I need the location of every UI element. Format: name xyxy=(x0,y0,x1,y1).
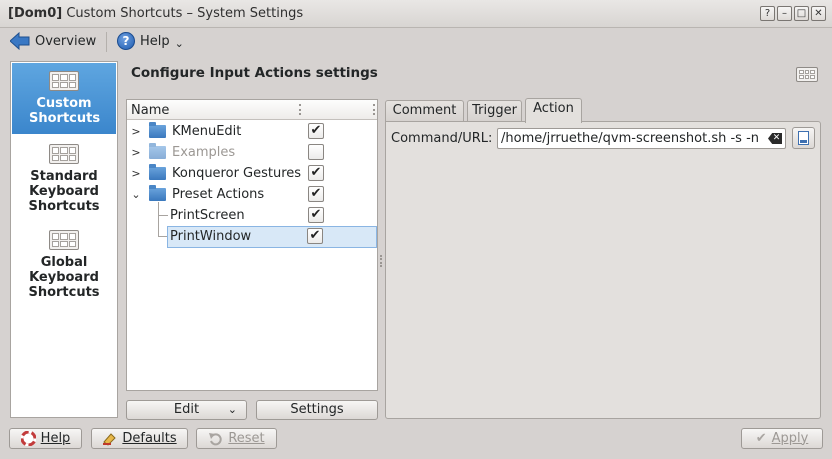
enable-checkbox[interactable]: ✔ xyxy=(308,186,324,202)
checkmark-icon: ✔ xyxy=(755,430,767,446)
document-icon xyxy=(798,131,809,145)
help-menu-button[interactable]: ? Help ⌄ xyxy=(113,29,188,53)
tree-row-label: PrintScreen xyxy=(170,208,245,223)
reset-button-label: Reset xyxy=(228,430,265,446)
edit-label: Edit xyxy=(173,402,200,417)
sidebar-item-label: Global Keyboard Shortcuts xyxy=(28,255,100,300)
back-arrow-icon xyxy=(10,32,30,50)
help-label: Help xyxy=(140,33,170,49)
tree-row-kmenuedit[interactable]: > KMenuEdit ✔ xyxy=(127,121,377,142)
expand-arrow-icon[interactable]: > xyxy=(131,125,141,138)
actions-tree: Name > KMenuEdit ✔ > Examples > Konquero… xyxy=(126,99,378,391)
keyboard-icon xyxy=(49,230,79,250)
toolbar-separator xyxy=(106,32,107,52)
help-button[interactable]: Help xyxy=(9,428,82,449)
column-resize-handle[interactable] xyxy=(299,104,301,115)
maximize-button[interactable]: □ xyxy=(794,6,809,21)
folder-icon xyxy=(149,143,166,159)
tree-row-label: KMenuEdit xyxy=(172,124,242,139)
reset-button[interactable]: Reset xyxy=(196,428,277,449)
chevron-down-icon: ⌄ xyxy=(227,403,237,416)
edit-button[interactable]: Edit ⌄ xyxy=(126,400,247,420)
page-title: Configure Input Actions settings xyxy=(131,65,378,81)
chevron-down-icon: ⌄ xyxy=(174,36,184,50)
browse-button[interactable] xyxy=(792,127,815,149)
close-button[interactable]: ✕ xyxy=(811,6,826,21)
context-help-button[interactable]: ? xyxy=(760,6,775,21)
expand-arrow-icon[interactable]: > xyxy=(131,167,141,180)
toolbar: Overview ? Help ⌄ xyxy=(0,29,832,55)
sidebar-item-standard-keyboard-shortcuts[interactable]: Standard Keyboard Shortcuts xyxy=(12,144,116,224)
lifebuoy-icon xyxy=(20,431,36,446)
splitter-handle[interactable] xyxy=(380,255,382,267)
tree-row-konqueror-gestures[interactable]: > Konqueror Gestures ✔ xyxy=(127,163,377,184)
keyboard-icon xyxy=(796,67,818,82)
window-title: [Dom0] Custom Shortcuts – System Setting… xyxy=(8,6,304,21)
keyboard-icon xyxy=(49,71,79,91)
expand-arrow-icon[interactable]: > xyxy=(131,146,141,159)
defaults-button[interactable]: Defaults xyxy=(91,428,188,449)
overview-button[interactable]: Overview xyxy=(6,29,100,53)
sidebar-item-label: Custom Shortcuts xyxy=(29,96,101,126)
folder-icon xyxy=(149,122,166,138)
keyboard-icon xyxy=(49,144,79,164)
collapse-arrow-icon[interactable]: ⌄ xyxy=(131,188,141,201)
folder-icon xyxy=(149,185,166,201)
folder-icon xyxy=(149,164,166,180)
sidebar-item-label: Standard Keyboard Shortcuts xyxy=(28,169,100,214)
apply-button-label: Apply xyxy=(771,430,809,446)
enable-checkbox[interactable]: ✔ xyxy=(308,207,324,223)
tab-comment[interactable]: Comment xyxy=(385,100,464,122)
command-url-label: Command/URL: xyxy=(391,131,493,146)
sidebar-item-global-keyboard-shortcuts[interactable]: Global Keyboard Shortcuts xyxy=(12,230,116,310)
title-bar: [Dom0] Custom Shortcuts – System Setting… xyxy=(0,0,832,28)
tree-row-label: Examples xyxy=(172,145,236,160)
help-button-label: Help xyxy=(40,430,71,446)
tree-row-examples[interactable]: > Examples xyxy=(127,142,377,163)
tree-row-label: Preset Actions xyxy=(172,187,265,202)
column-resize-handle[interactable] xyxy=(373,104,375,115)
enable-checkbox[interactable]: ✔ xyxy=(308,123,324,139)
undo-icon xyxy=(209,433,222,446)
enable-checkbox[interactable]: ✔ xyxy=(308,165,324,181)
command-url-input[interactable]: /home/jrruethe/qvm-screenshot.sh -s -n xyxy=(497,128,786,149)
apply-button[interactable]: ✔ Apply xyxy=(741,428,823,449)
overview-label: Overview xyxy=(35,33,97,49)
tree-header: Name xyxy=(127,100,377,120)
tree-row-printscreen[interactable]: PrintScreen ✔ xyxy=(127,205,377,226)
tree-row-label: PrintWindow xyxy=(170,229,252,244)
help-icon: ? xyxy=(117,32,135,50)
tab-action[interactable]: Action xyxy=(525,98,582,123)
defaults-icon xyxy=(103,433,117,446)
tab-trigger[interactable]: Trigger xyxy=(467,100,522,122)
sidebar-item-custom-shortcuts[interactable]: Custom Shortcuts xyxy=(12,63,116,134)
enable-checkbox[interactable]: ✔ xyxy=(307,228,323,244)
enable-checkbox[interactable] xyxy=(308,144,324,160)
module-sidebar: Custom Shortcuts Standard Keyboard Short… xyxy=(10,61,118,418)
settings-button[interactable]: Settings xyxy=(256,400,378,420)
action-tab-panel xyxy=(385,121,821,419)
defaults-button-label: Defaults xyxy=(122,430,177,446)
minimize-button[interactable]: – xyxy=(777,6,792,21)
tree-row-label: Konqueror Gestures xyxy=(172,166,302,181)
column-header-name[interactable]: Name xyxy=(131,103,169,118)
tree-row-preset-actions[interactable]: ⌄ Preset Actions ✔ xyxy=(127,184,377,205)
tree-row-printwindow[interactable]: PrintWindow ✔ xyxy=(167,226,377,248)
